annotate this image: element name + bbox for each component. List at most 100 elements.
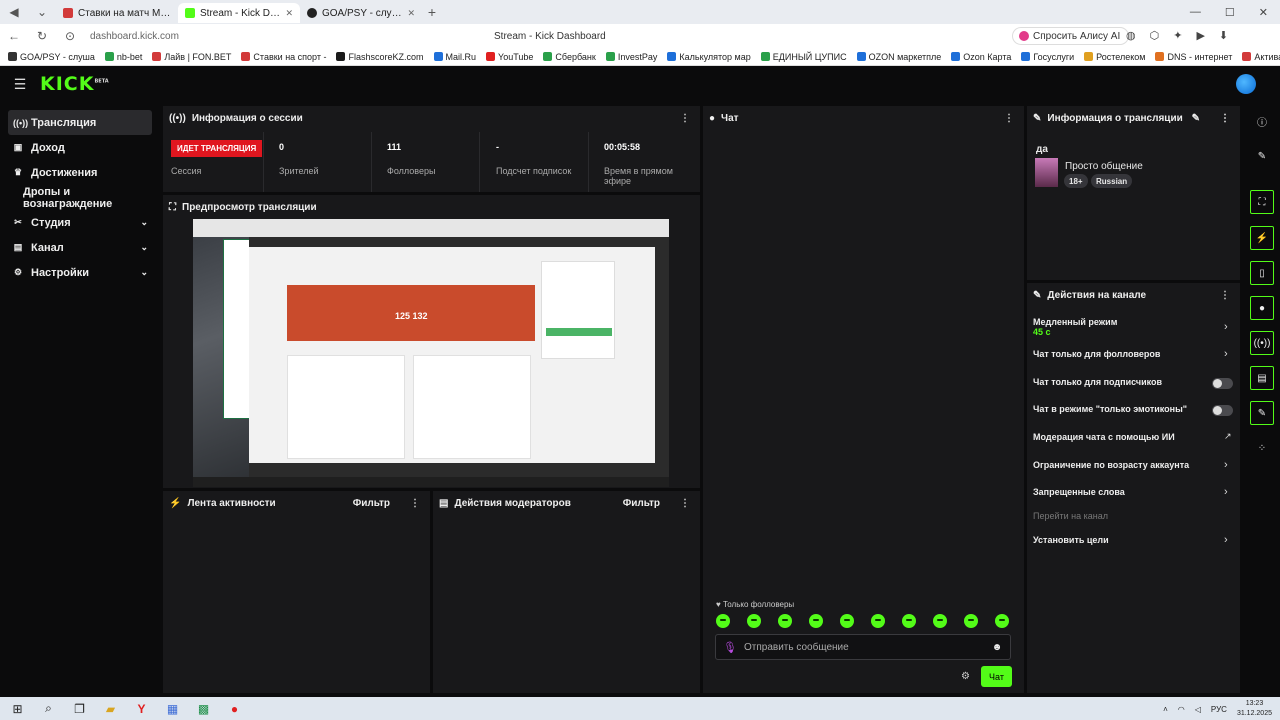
- chevron-right-icon[interactable]: ›: [1224, 486, 1228, 498]
- sidebar-item-settings[interactable]: ⚙ Настройки ⌄: [8, 260, 152, 285]
- emote-icon[interactable]: [964, 614, 978, 628]
- sound-icon[interactable]: ◀: [0, 5, 28, 19]
- bookmark-item[interactable]: InvestPay: [605, 52, 657, 62]
- bookmark-item[interactable]: OZON маркетпле: [856, 52, 941, 62]
- bookmark-item[interactable]: FlashscoreKZ.com: [336, 52, 424, 62]
- bookmark-item[interactable]: DNS - интернет: [1155, 52, 1232, 62]
- more-icon[interactable]: ⋮: [1220, 290, 1230, 301]
- folder-icon[interactable]: ▰: [95, 702, 126, 716]
- more-icon[interactable]: ⋮: [1004, 113, 1014, 124]
- app-icon[interactable]: ●: [219, 702, 250, 716]
- maximize-icon[interactable]: ☐: [1225, 6, 1235, 19]
- bookmark-item[interactable]: Ozon Карта: [951, 52, 1011, 62]
- action-go-to-channel[interactable]: Перейти на канал: [1033, 511, 1233, 521]
- bookmark-item[interactable]: ЕДИНЫЙ ЦУПИС: [760, 52, 847, 62]
- browser-tab-bets[interactable]: Ставки на матч Мэд Энте: [56, 3, 178, 23]
- clock[interactable]: 13:23 31.12.2025: [1237, 699, 1272, 719]
- sidebar-item-achievements[interactable]: ♛ Достижения: [8, 160, 152, 185]
- emote-icon[interactable]: [933, 614, 947, 628]
- search-icon[interactable]: ⌕: [33, 701, 64, 716]
- chevron-right-icon[interactable]: ›: [1224, 321, 1228, 333]
- chevron-right-icon[interactable]: ›: [1224, 459, 1228, 471]
- more-icon[interactable]: ⋮: [1220, 113, 1230, 124]
- chevron-right-icon[interactable]: ›: [1224, 534, 1228, 546]
- edit-icon[interactable]: ✎: [1250, 144, 1274, 168]
- sidebar-item-stream[interactable]: ((•)) Трансляция: [8, 110, 152, 135]
- extension-icon[interactable]: ⬡: [1150, 29, 1160, 42]
- browser-tab-kick[interactable]: Stream - Kick Dashboard ✕: [178, 3, 300, 23]
- bookmark-item[interactable]: Ростелеком: [1084, 52, 1145, 62]
- external-link-icon[interactable]: ↗: [1224, 431, 1232, 442]
- site-info-icon[interactable]: ⊙: [56, 29, 84, 43]
- language-indicator[interactable]: РУС: [1211, 705, 1227, 714]
- emote-icon[interactable]: [902, 614, 916, 628]
- close-tab-icon[interactable]: ✕: [285, 8, 293, 19]
- filter-button[interactable]: Фильтр: [623, 498, 660, 509]
- close-window-icon[interactable]: ✕: [1259, 6, 1268, 19]
- bookmark-item[interactable]: Mail.Ru: [433, 52, 476, 62]
- volume-icon[interactable]: ◁: [1195, 705, 1201, 714]
- wrench-icon[interactable]: ✎: [1250, 401, 1274, 425]
- menu-icon[interactable]: ☰: [0, 76, 40, 93]
- emote-icon[interactable]: [747, 614, 761, 628]
- emote-icon[interactable]: [778, 614, 792, 628]
- emote-icon[interactable]: [840, 614, 854, 628]
- layout-icon[interactable]: ▤: [1250, 366, 1274, 390]
- lightning-icon[interactable]: ⚡: [1250, 226, 1274, 250]
- action-set-goals[interactable]: Установить цели: [1033, 535, 1233, 545]
- more-icon[interactable]: ⋮: [680, 113, 690, 124]
- tab-list-chevron-icon[interactable]: ⌄: [28, 5, 56, 19]
- action-ai-moderation[interactable]: Модерация чата с помощью ИИ: [1033, 432, 1233, 442]
- action-account-age[interactable]: Ограничение по возрасту аккаунта: [1033, 460, 1233, 470]
- emote-icon[interactable]: [809, 614, 823, 628]
- reload-icon[interactable]: ↻: [28, 29, 56, 43]
- apps-icon[interactable]: ⁘: [1250, 436, 1274, 460]
- edit-icon[interactable]: ✎: [1192, 113, 1200, 124]
- chat-bubble-icon[interactable]: ●: [1250, 296, 1274, 320]
- stream-preview-video[interactable]: 125 132: [193, 219, 669, 487]
- alice-button[interactable]: Спросить Алису AI: [1012, 27, 1130, 45]
- subscribers-only-toggle[interactable]: [1212, 378, 1233, 389]
- chat-settings-icon[interactable]: ⚙: [961, 671, 970, 682]
- emote-only-toggle[interactable]: [1212, 405, 1233, 416]
- avatar[interactable]: [1236, 74, 1256, 94]
- chat-message-input[interactable]: [744, 641, 984, 653]
- bookmark-item[interactable]: Калькулятор мар: [667, 52, 751, 62]
- emote-icon[interactable]: [871, 614, 885, 628]
- document-icon[interactable]: ▯: [1250, 261, 1274, 285]
- bookmark-item[interactable]: Госуслуги: [1021, 52, 1074, 62]
- new-tab-button[interactable]: +: [422, 4, 442, 20]
- category-name[interactable]: Просто общение: [1065, 161, 1143, 172]
- bookmark-item[interactable]: GOA/PSY - слуша: [8, 52, 95, 62]
- sidebar-item-channel[interactable]: ▤ Канал ⌄: [8, 235, 152, 260]
- mic-icon[interactable]: 🎙: [716, 641, 744, 654]
- minimize-icon[interactable]: —: [1190, 6, 1201, 19]
- sidebar-item-studio[interactable]: ✂ Студия ⌄: [8, 210, 152, 235]
- filter-button[interactable]: Фильтр: [353, 498, 390, 509]
- chevron-right-icon[interactable]: ›: [1224, 348, 1228, 360]
- wifi-icon[interactable]: ◠: [1178, 705, 1185, 714]
- url-field[interactable]: dashboard.kick.com: [90, 31, 179, 42]
- info-icon[interactable]: ⓘ: [1250, 109, 1274, 133]
- bookmark-item[interactable]: Ставки на спорт -: [241, 52, 326, 62]
- task-view-icon[interactable]: ❐: [64, 702, 95, 716]
- bookmark-item[interactable]: Активатор KMSA: [1242, 52, 1280, 62]
- browser-tab-goa[interactable]: GOA/PSY - слушать ✕: [300, 3, 422, 23]
- more-icon[interactable]: ⋮: [680, 498, 690, 509]
- emote-icon[interactable]: [716, 614, 730, 628]
- excel-icon[interactable]: ▩: [188, 702, 219, 716]
- chevron-up-icon[interactable]: ˄: [1163, 705, 1168, 714]
- windows-start-icon[interactable]: ⊞: [2, 702, 33, 716]
- close-tab-icon[interactable]: ✕: [407, 8, 415, 19]
- focus-icon[interactable]: ⛶: [1250, 190, 1274, 214]
- yandex-browser-icon[interactable]: Y: [126, 702, 157, 716]
- bookmark-item[interactable]: Сбербанк: [543, 52, 596, 62]
- more-icon[interactable]: ⋮: [410, 498, 420, 509]
- extension-icon[interactable]: ✦: [1173, 29, 1182, 42]
- back-icon[interactable]: ←: [0, 29, 28, 43]
- emote-icon[interactable]: [995, 614, 1009, 628]
- action-banned-words[interactable]: Запрещенные слова: [1033, 487, 1233, 497]
- kick-logo[interactable]: KICKBETA: [40, 73, 109, 95]
- extension-icon[interactable]: ⬇: [1219, 29, 1228, 42]
- action-followers-only[interactable]: Чат только для фолловеров: [1033, 349, 1233, 359]
